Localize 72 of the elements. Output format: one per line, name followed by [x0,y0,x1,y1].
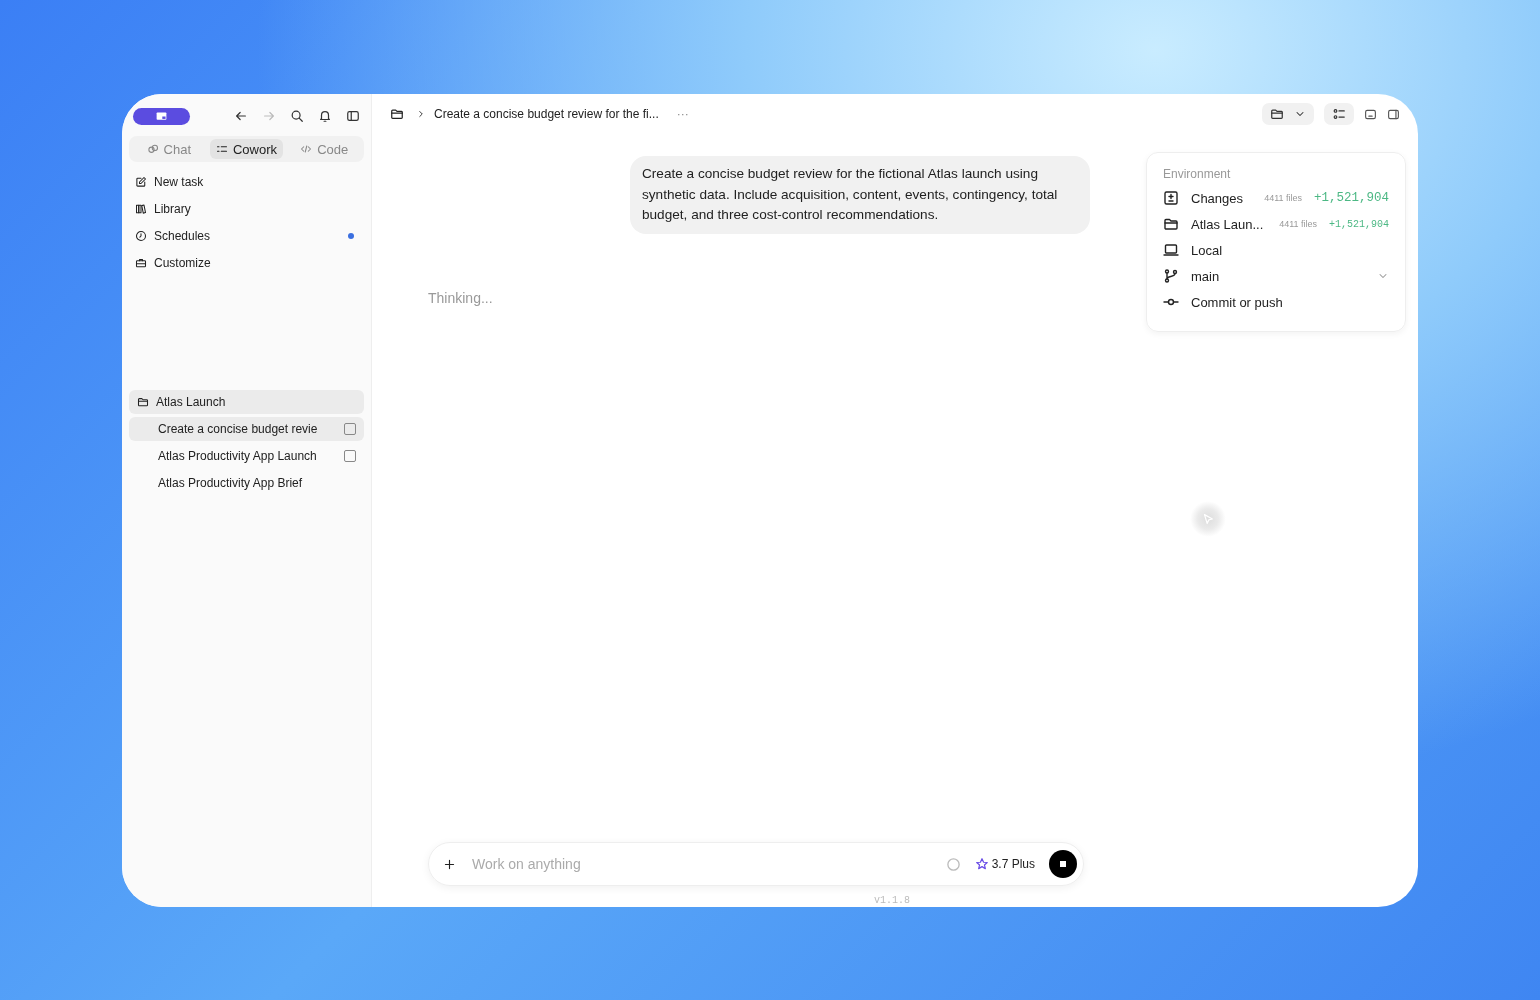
briefcase-icon [135,256,147,269]
chat-icon [146,143,159,155]
edit-icon [135,175,147,188]
panel-heading: Environment [1163,167,1232,181]
model-selector[interactable]: 3.7 Plus [974,857,1035,871]
environment-row[interactable]: main [1163,263,1389,289]
nav-label: New task [154,174,204,189]
sidebar-icon [346,109,360,123]
checkbox[interactable] [344,423,356,435]
nav-label: Library [154,201,191,216]
row-label: Commit or push [1191,294,1283,310]
thinking-status: Thinking... [428,289,494,306]
folder-dropdown[interactable] [1262,103,1314,125]
code-icon [300,143,313,155]
mode-tab[interactable]: Cowork [209,139,284,159]
plus-icon [443,857,456,871]
stop-button[interactable] [1049,850,1077,878]
list-icon [215,143,228,155]
panel-icon [1387,107,1400,121]
laptop-icon [1163,242,1179,258]
chevron-right-icon [416,109,426,119]
nav-item[interactable]: Library [129,195,364,222]
branch-icon [1163,268,1179,284]
nav-item[interactable]: Customize [129,249,364,276]
nav-item[interactable]: Schedules [129,222,364,249]
environment-row[interactable]: Commit or push [1163,289,1389,315]
row-label: Changes [1191,190,1244,206]
row-label: Local [1191,242,1223,258]
nav-item[interactable]: New task [129,168,364,195]
row-label: main [1191,268,1220,284]
terminal-icon [1364,107,1377,121]
version-label: v1.1.8 [874,895,911,907]
row-label: Atlas Laun... [1191,216,1264,232]
diff-icon [1163,190,1179,206]
back-icon [234,109,248,123]
bell-icon [318,109,332,123]
spinner-icon [945,856,961,872]
task-title: Atlas Productivity App Brief [158,476,304,490]
folder-icon [137,396,149,408]
app-logo[interactable] [133,107,190,125]
books-icon [135,202,147,215]
task-title: Atlas Productivity App Launch [158,449,318,463]
nav-label: Schedules [154,228,211,243]
project-name: Atlas Launch [156,395,226,409]
file-count: 4411 files [1279,219,1317,229]
additions-count: +1,521,904 [1329,218,1389,230]
checklist-icon [1332,107,1346,121]
checkbox[interactable] [344,450,356,462]
pointer-icon [1201,512,1215,526]
screen-icon [155,109,168,123]
search-icon [290,109,304,123]
task-item[interactable]: Atlas Productivity App Launch [129,444,364,468]
task-item[interactable]: Atlas Productivity App Brief [129,471,364,495]
star-icon [974,857,989,871]
file-count: 4411 files [1264,193,1302,203]
more-button[interactable]: ··· [676,107,689,121]
folder-icon [1163,216,1179,232]
task-title: Create a concise budget revie [158,422,319,436]
tasks-button[interactable] [1324,103,1354,125]
task-item[interactable]: Create a concise budget revie [129,417,364,441]
breadcrumb-title[interactable]: Create a concise budget review for the fi... [434,107,659,121]
additions-count: +1,521,904 [1314,191,1389,205]
project-item[interactable]: Atlas Launch [129,390,364,414]
forward-icon [262,109,276,123]
folder-icon [1270,107,1284,121]
nav-label: Customize [154,255,211,270]
clock-icon [135,229,147,242]
environment-row[interactable]: Changes 4411 files +1,521,904 [1163,185,1389,211]
folder-icon [390,107,404,121]
environment-row[interactable]: Local [1163,237,1389,263]
user-message: Create a concise budget review for the fictional Atlas launch using synthetic data. Include acquisition, content, events, contingency, total budget, and three cost-control recommendations. [630,156,1090,234]
environment-row[interactable]: Atlas Laun... 4411 files +1,521,904 [1163,211,1389,237]
